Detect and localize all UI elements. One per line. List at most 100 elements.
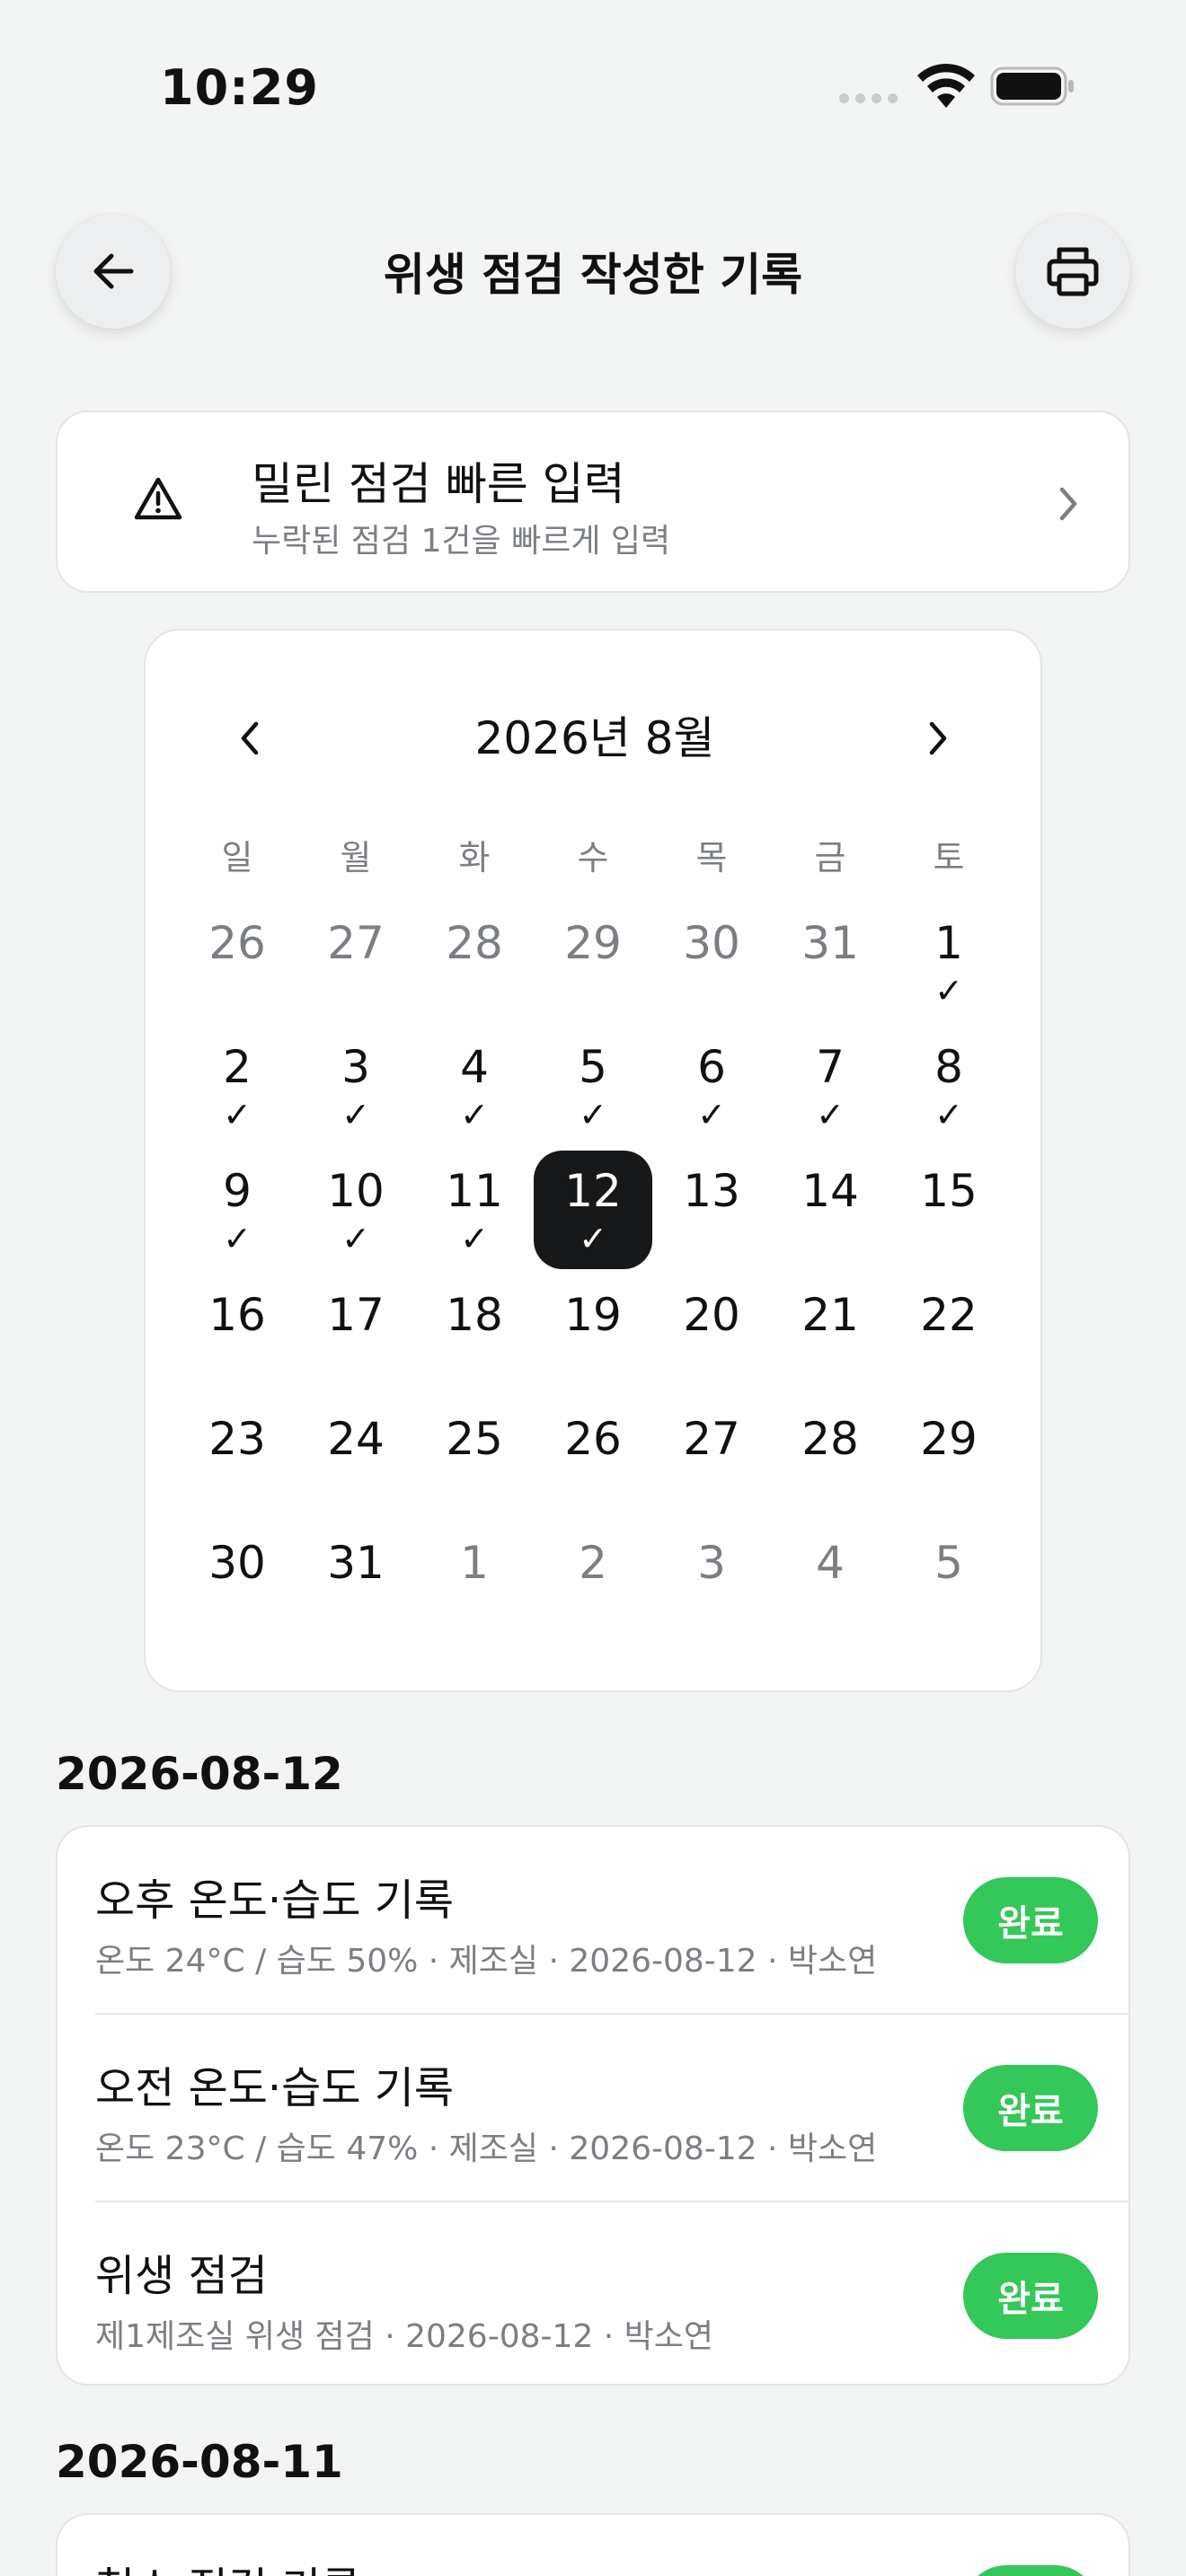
calendar-day[interactable]: 18 <box>415 1275 534 1393</box>
calendar-month-label: 2026년 8월 <box>474 712 715 764</box>
status-badge: 완료 <box>963 2253 1098 2339</box>
weekday-label: 토 <box>933 838 965 878</box>
calendar-day-selected[interactable]: 12 ✓ <box>534 1151 652 1269</box>
calendar-day[interactable]: 13 <box>652 1151 771 1269</box>
calendar-day[interactable]: 29 <box>890 1398 1008 1517</box>
calendar-day[interactable]: 2 <box>534 1522 652 1641</box>
calendar-day-number: 15 <box>920 1165 978 1217</box>
checkmark-icon: ✓ <box>460 1219 489 1258</box>
status-badge: 완료 <box>963 2065 1098 2151</box>
calendar-week-row: 26 27 28 29 30 31 1 ✓ <box>178 900 1008 1024</box>
calendar-day[interactable]: 19 <box>534 1275 652 1393</box>
printer-icon <box>1047 247 1099 296</box>
calendar-day[interactable]: 31 <box>296 1522 415 1641</box>
calendar-day-number: 3 <box>341 1041 370 1093</box>
record-item[interactable]: 오전 온도·습도 기록 온도 23°C / 습도 47% · 제조실 · 202… <box>58 2015 1128 2203</box>
calendar-day-number: 30 <box>208 1537 266 1589</box>
calendar-day-number: 10 <box>327 1165 385 1217</box>
calendar-day[interactable]: 4 ✓ <box>415 1027 534 1145</box>
quick-entry-subtitle: 누락된 점검 1건을 빠르게 입력 <box>252 523 671 560</box>
calendar-day[interactable]: 26 <box>178 903 296 1021</box>
calendar-day-number: 29 <box>564 917 622 969</box>
calendar-day[interactable]: 1 <box>415 1522 534 1641</box>
calendar-week-row: 2 ✓ 3 ✓ 4 ✓ 5 ✓ 6 ✓ 7 ✓ 8 ✓ <box>178 1024 1008 1148</box>
calendar-day[interactable]: 5 ✓ <box>534 1027 652 1145</box>
record-title: 오전 온도·습도 기록 <box>95 2063 455 2113</box>
record-item[interactable]: 청소 점검 기록 완료 <box>58 2515 1128 2576</box>
calendar-day[interactable]: 2 ✓ <box>178 1027 296 1145</box>
calendar-day[interactable]: 29 <box>534 903 652 1021</box>
checkmark-icon: ✓ <box>579 1219 607 1258</box>
calendar-day[interactable]: 22 <box>890 1275 1008 1393</box>
weekday-header: 일월화수목금토 <box>178 830 1008 879</box>
calendar-day[interactable]: 25 <box>415 1398 534 1517</box>
calendar-day[interactable]: 30 <box>652 903 771 1021</box>
calendar-day[interactable]: 26 <box>534 1398 652 1517</box>
calendar-day[interactable]: 27 <box>296 903 415 1021</box>
calendar-day-number: 28 <box>801 1413 859 1465</box>
record-list-card: 청소 점검 기록 완료 <box>56 2513 1130 2576</box>
calendar-day-number: 22 <box>920 1289 978 1341</box>
calendar-day[interactable]: 28 <box>771 1398 890 1517</box>
page-title: 위생 점검 작성한 기록 <box>383 249 803 301</box>
calendar-day-number: 13 <box>683 1165 740 1217</box>
calendar-day-number: 20 <box>683 1289 740 1341</box>
record-subtitle: 온도 24°C / 습도 50% · 제조실 · 2026-08-12 · 박소… <box>95 1943 878 1980</box>
calendar-day[interactable]: 9 ✓ <box>178 1151 296 1269</box>
status-badge: 완료 <box>963 2565 1098 2576</box>
calendar-day[interactable]: 7 ✓ <box>771 1027 890 1145</box>
calendar-week-row: 23 24 25 26 27 28 29 <box>178 1396 1008 1520</box>
weekday-label: 월 <box>340 838 372 878</box>
calendar-day[interactable]: 6 ✓ <box>652 1027 771 1145</box>
checkmark-icon: ✓ <box>697 1095 726 1134</box>
weekday-label: 일 <box>221 838 253 878</box>
calendar-day[interactable]: 24 <box>296 1398 415 1517</box>
chevron-right-icon <box>1059 487 1077 521</box>
calendar-day-number: 2 <box>223 1041 252 1093</box>
calendar-day-number: 30 <box>683 917 740 969</box>
calendar-day[interactable]: 27 <box>652 1398 771 1517</box>
calendar-day-number: 7 <box>816 1041 845 1093</box>
calendar-day-number: 5 <box>934 1537 963 1589</box>
calendar-day[interactable]: 21 <box>771 1275 890 1393</box>
calendar-day-number: 3 <box>697 1537 726 1589</box>
calendar-day[interactable]: 15 <box>890 1151 1008 1269</box>
calendar-day[interactable]: 31 <box>771 903 890 1021</box>
calendar-day[interactable]: 3 ✓ <box>296 1027 415 1145</box>
calendar-week-row: 30 31 1 2 3 4 5 <box>178 1520 1008 1644</box>
calendar-day-number: 12 <box>564 1165 622 1217</box>
record-item[interactable]: 오후 온도·습도 기록 온도 24°C / 습도 50% · 제조실 · 202… <box>58 1827 1128 2016</box>
calendar-day[interactable]: 4 <box>771 1522 890 1641</box>
cellular-signal-icon <box>839 93 898 103</box>
calendar-day[interactable]: 3 <box>652 1522 771 1641</box>
overdue-quick-entry-card[interactable]: 밀린 점검 빠른 입력 누락된 점검 1건을 빠르게 입력 <box>56 410 1130 593</box>
calendar-day-number: 17 <box>327 1289 385 1341</box>
calendar-day[interactable]: 23 <box>178 1398 296 1517</box>
calendar-day-number: 14 <box>801 1165 859 1217</box>
calendar-day[interactable]: 20 <box>652 1275 771 1393</box>
calendar-day[interactable]: 28 <box>415 903 534 1021</box>
calendar-day[interactable]: 16 <box>178 1275 296 1393</box>
status-bar: 10:29 <box>0 0 1186 171</box>
calendar-day[interactable]: 1 ✓ <box>890 903 1008 1021</box>
quick-entry-title: 밀린 점검 빠른 입력 <box>252 458 625 510</box>
calendar-day[interactable]: 30 <box>178 1522 296 1641</box>
calendar-day-number: 16 <box>208 1289 266 1341</box>
next-month-button[interactable] <box>911 711 965 765</box>
record-item[interactable]: 위생 점검 제1제조실 위생 점검 · 2026-08-12 · 박소연 완료 <box>58 2202 1128 2384</box>
weekday-label: 수 <box>577 838 609 878</box>
print-button[interactable] <box>1015 214 1130 329</box>
calendar-day-number: 31 <box>801 917 859 969</box>
calendar-day[interactable]: 8 ✓ <box>890 1027 1008 1145</box>
calendar-day-number: 8 <box>934 1041 963 1093</box>
calendar-day[interactable]: 11 ✓ <box>415 1151 534 1269</box>
checkmark-icon: ✓ <box>934 1095 963 1134</box>
weekday-label: 금 <box>814 838 846 878</box>
record-date-heading: 2026-08-12 <box>56 1748 343 1800</box>
calendar-day[interactable]: 14 <box>771 1151 890 1269</box>
calendar-week-row: 16 17 18 19 20 21 22 <box>178 1272 1008 1396</box>
calendar-grid: 26 27 28 29 30 31 1 ✓ 2 ✓ 3 ✓ 4 ✓ 5 ✓ 6 ✓ 7 ✓ 8 ✓ 9 ✓ 10 ✓ 11 ✓ 12 ✓ 1… <box>178 900 1008 1644</box>
calendar-day[interactable]: 5 <box>890 1522 1008 1641</box>
calendar-day[interactable]: 17 <box>296 1275 415 1393</box>
calendar-day[interactable]: 10 ✓ <box>296 1151 415 1269</box>
